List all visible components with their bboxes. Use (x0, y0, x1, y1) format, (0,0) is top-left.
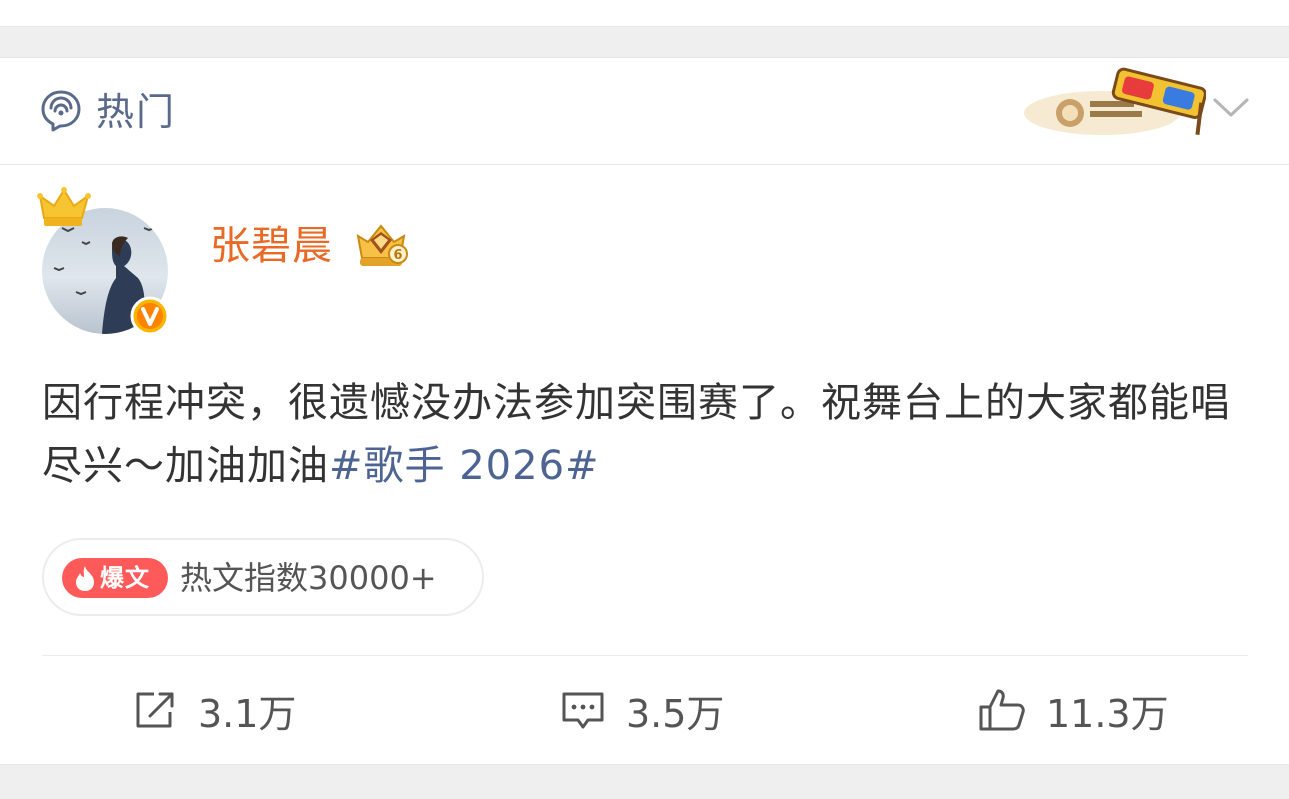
comment-count: 3.5万 (626, 691, 725, 736)
hot-topic-icon (41, 90, 81, 132)
repost-count: 3.1万 (198, 691, 297, 736)
comment-button[interactable]: 3.5万 (560, 680, 724, 740)
post-text: 因行程冲突，很遗憾没办法参加突围赛了。祝舞台上的大家都能唱尽兴～加油加油#歌手 … (42, 372, 1252, 498)
decoration-badge (1024, 67, 1206, 135)
crown-icon (37, 187, 91, 226)
username[interactable]: 张碧晨 (210, 218, 333, 274)
divider (42, 655, 1248, 656)
avatar-group[interactable] (36, 184, 176, 340)
post-body: 因行程冲突，很遗憾没办法参加突围赛了。祝舞台上的大家都能唱尽兴～加油加油 (42, 380, 1231, 489)
top-separator (0, 26, 1289, 58)
boom-tag: 爆文 (62, 558, 168, 598)
hot-index-badge[interactable]: 爆文 热文指数30000+ (42, 538, 484, 616)
repost-icon (136, 692, 174, 728)
svg-text:6: 6 (393, 248, 402, 263)
weibo-post-card: 热门 张碧晨 6 因行程冲突，很遗憾没办法参加突围赛了。祝舞台上的大家都能唱尽兴… (0, 0, 1289, 799)
hot-label[interactable]: 热门 (96, 87, 176, 137)
flame-icon (76, 566, 94, 591)
comment-icon (562, 692, 604, 729)
hashtag-link[interactable]: #歌手 2026# (329, 443, 600, 489)
like-button[interactable]: 11.3万 (978, 680, 1169, 740)
like-count: 11.3万 (1046, 691, 1169, 736)
hot-index-text: 热文指数30000+ (180, 559, 437, 597)
boom-tag-label: 爆文 (100, 564, 150, 592)
like-icon (979, 689, 1025, 731)
repost-button[interactable]: 3.1万 (134, 680, 296, 740)
chevron-down-icon[interactable] (1212, 95, 1250, 121)
feed-header: 热门 (0, 57, 1289, 165)
bottom-separator (0, 764, 1289, 799)
vip-badge-icon[interactable]: 6 (352, 220, 410, 270)
verified-icon (130, 296, 170, 336)
